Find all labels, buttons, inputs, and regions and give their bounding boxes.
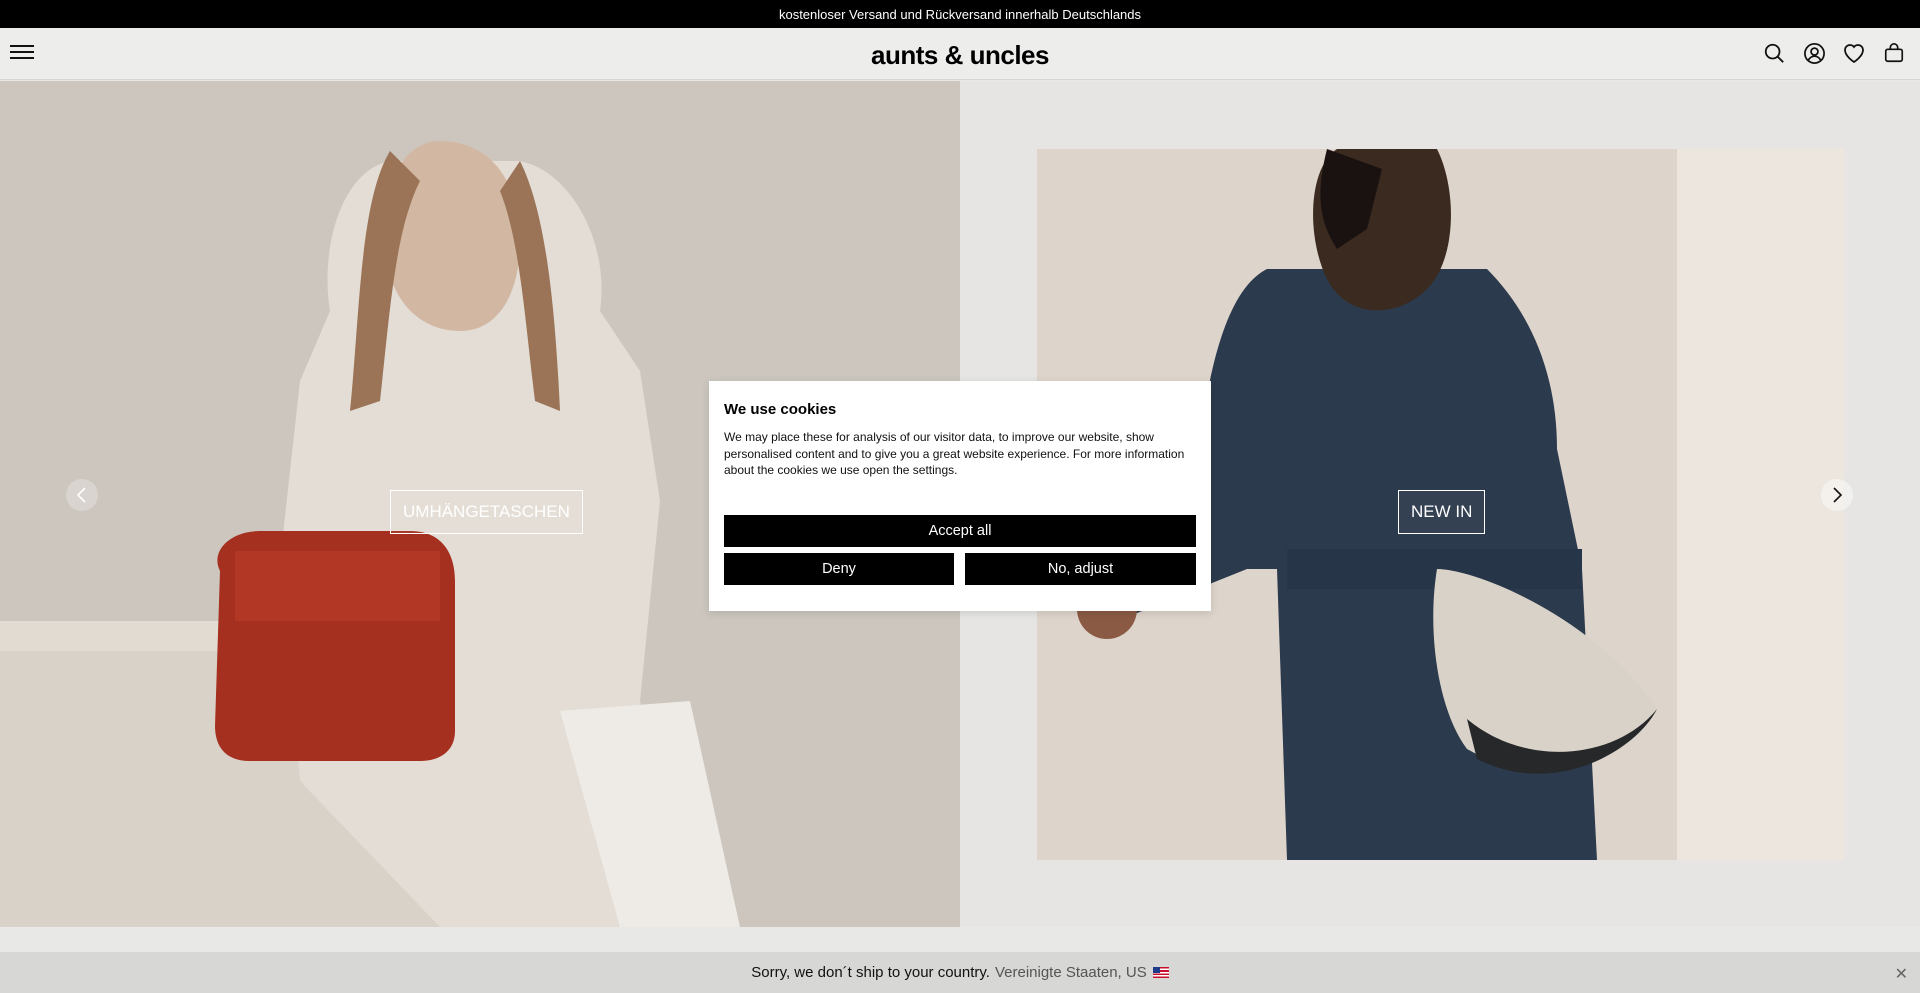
hero-button-umhaengetaschen[interactable]: UMHÄNGETASCHEN	[390, 490, 583, 534]
deny-button[interactable]: Deny	[724, 553, 954, 585]
cart-icon[interactable]	[1882, 40, 1906, 66]
accept-all-button[interactable]: Accept all	[724, 515, 1196, 547]
carousel-prev-button[interactable]	[66, 479, 98, 511]
account-icon[interactable]	[1802, 40, 1826, 66]
carousel-next-button[interactable]	[1821, 479, 1853, 511]
announcement-bar: kostenloser Versand und Rückversand inne…	[0, 0, 1920, 28]
search-icon[interactable]	[1762, 40, 1786, 66]
cookie-title: We use cookies	[724, 401, 837, 418]
shipping-notice-bar: Sorry, we don´t ship to your country. Ve…	[0, 952, 1920, 993]
hero-button-new-in[interactable]: NEW IN	[1398, 490, 1486, 534]
shipping-country-link[interactable]: Vereinigte Staaten, US	[995, 964, 1147, 981]
cookie-text: We may place these for analysis of our v…	[724, 430, 1185, 477]
us-flag-icon	[1152, 967, 1169, 978]
chevron-left-icon	[76, 487, 86, 503]
chevron-right-icon	[1833, 487, 1843, 503]
announcement-text: kostenloser Versand und Rückversand inne…	[778, 6, 1142, 22]
shipping-message: Sorry, we don´t ship to your country.	[751, 964, 990, 981]
header-icons	[1762, 40, 1906, 66]
cookie-dialog: We use cookies We may place these for an…	[709, 381, 1211, 611]
wishlist-icon[interactable]	[1842, 40, 1866, 66]
site-logo[interactable]: aunts & uncles	[0, 40, 1920, 71]
adjust-button[interactable]: No, adjust	[965, 553, 1196, 585]
close-icon[interactable]: ✕	[1895, 964, 1908, 984]
site-header: aunts & uncles	[0, 28, 1920, 80]
